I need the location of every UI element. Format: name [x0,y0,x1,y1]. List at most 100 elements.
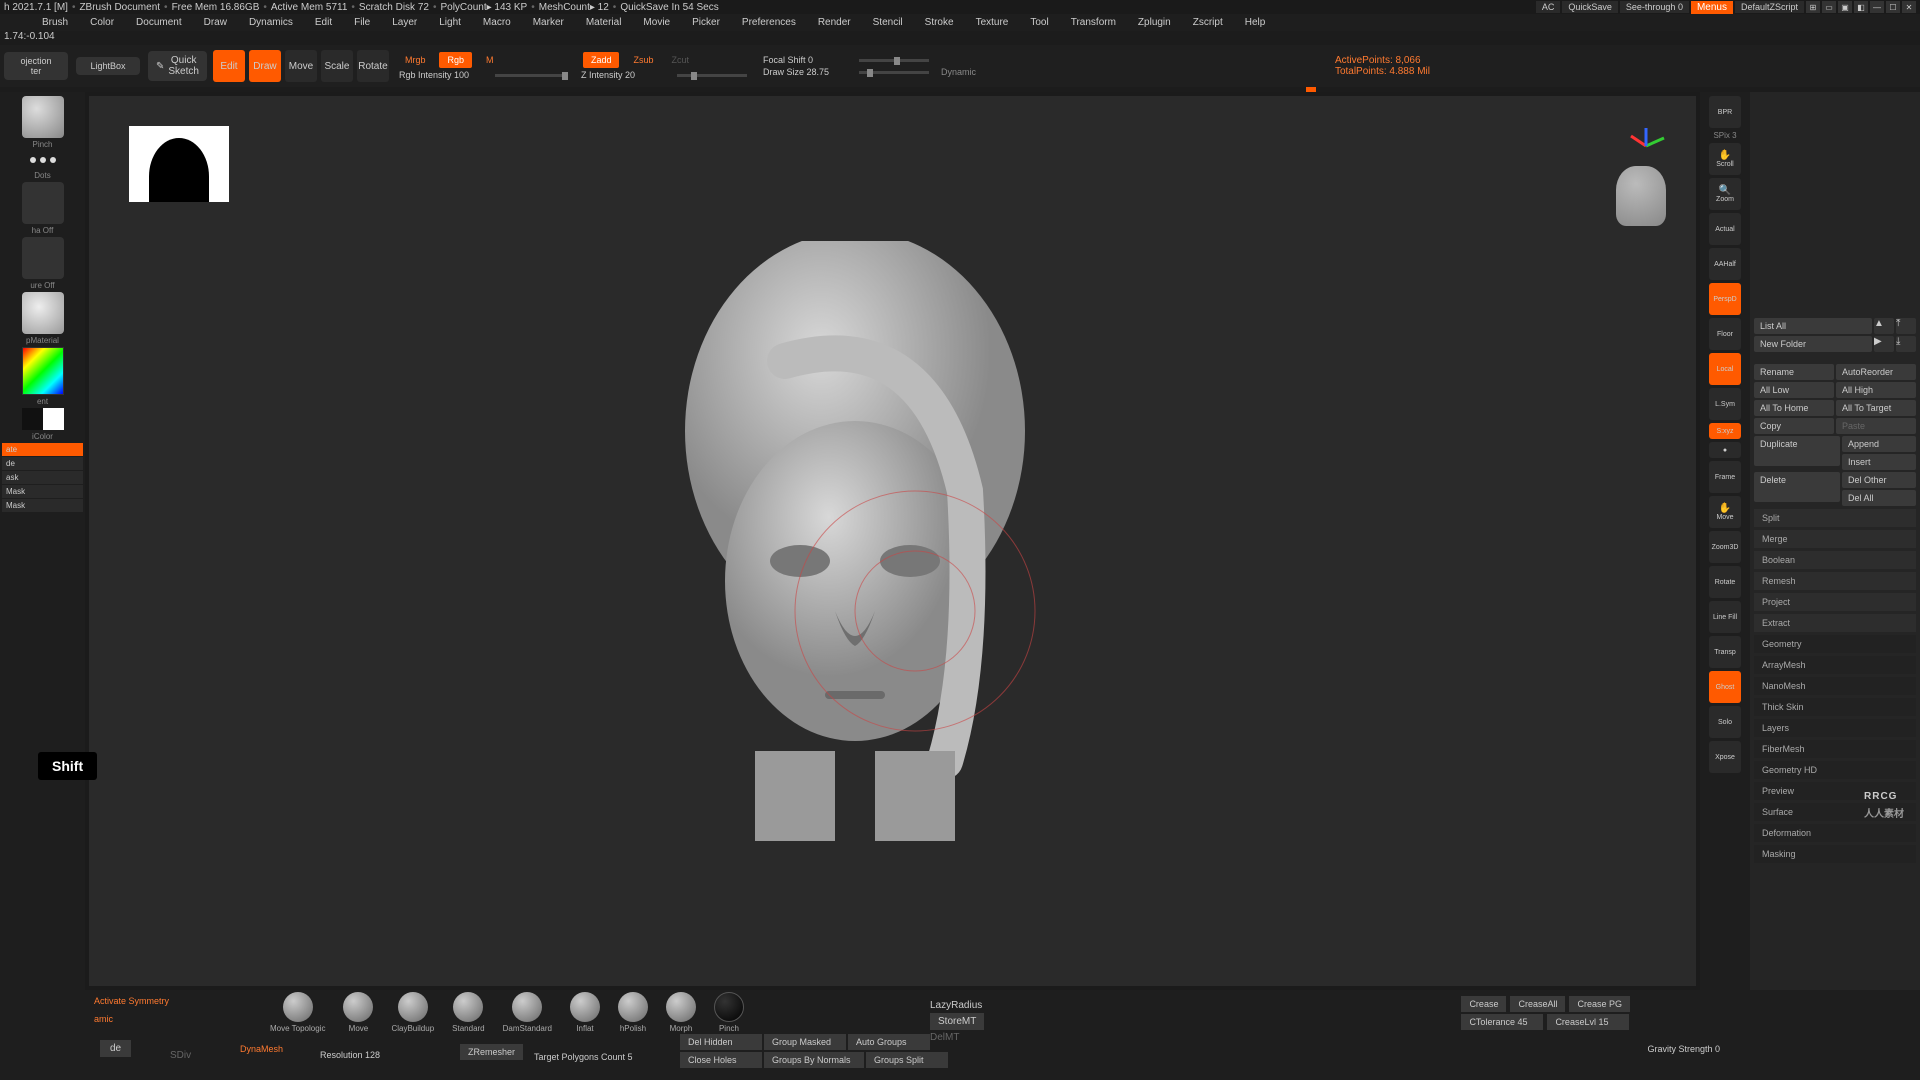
zcut-button[interactable]: Zcut [672,55,690,65]
stroke-dots-icon[interactable] [30,151,56,169]
menus-button[interactable]: Menus [1691,1,1733,14]
rgb-intensity-slider[interactable] [495,74,565,77]
menu-material[interactable]: Material [586,17,622,28]
crease-pg-button[interactable]: Crease PG [1569,996,1630,1012]
viewport[interactable] [89,96,1696,986]
menu-macro[interactable]: Macro [483,17,511,28]
group-masked[interactable]: Group Masked [764,1034,846,1050]
quick-sketch-button[interactable]: ✎Quick Sketch [148,51,207,81]
sect-split[interactable]: Split [1754,509,1916,527]
sect-nanomesh[interactable]: NanoMesh [1754,677,1916,695]
crease-lvl[interactable]: CreaseLvl 15 [1547,1014,1629,1030]
axis-gizmo[interactable] [1626,126,1666,166]
groups-split[interactable]: Groups Split [866,1052,948,1068]
zadd-button[interactable]: Zadd [583,52,620,68]
material-thumb[interactable] [22,292,64,334]
mode-move[interactable]: Move [285,50,317,82]
menu-zplugin[interactable]: Zplugin [1138,17,1171,28]
z-intensity-slider[interactable] [677,74,747,77]
sect-merge[interactable]: Merge [1754,530,1916,548]
zremesher-button[interactable]: ZRemesher [460,1044,523,1060]
color-picker[interactable] [22,347,64,395]
menu-layer[interactable]: Layer [392,17,417,28]
linefill-button[interactable]: Line Fill [1709,601,1741,633]
menu-stroke[interactable]: Stroke [925,17,954,28]
del-all-button[interactable]: Del All [1842,490,1916,506]
draw-size-slider[interactable] [859,71,929,74]
transp-button[interactable]: Transp [1709,636,1741,668]
sect-extract[interactable]: Extract [1754,614,1916,632]
rename-button[interactable]: Rename [1754,364,1834,380]
autoreorder-button[interactable]: AutoReorder [1836,364,1916,380]
del-hidden[interactable]: Del Hidden [680,1034,762,1050]
menu-edit[interactable]: Edit [315,17,332,28]
menu-tool[interactable]: Tool [1030,17,1048,28]
win-icon[interactable]: ⊞ [1806,1,1820,13]
end-arrow-icon[interactable]: ⤓ [1896,336,1916,352]
crease-all-button[interactable]: CreaseAll [1510,996,1565,1012]
reference-image[interactable] [129,126,229,202]
ate-button[interactable]: ate [2,443,83,456]
row-mask2[interactable]: Mask [2,499,83,512]
menu-file[interactable]: File [354,17,370,28]
row-mask1[interactable]: Mask [2,485,83,498]
brush-morph[interactable]: Morph [666,992,696,1033]
lazy-radius[interactable]: LazyRadius [930,1000,984,1011]
brush-standard[interactable]: Standard [452,992,484,1033]
menu-dynamics[interactable]: Dynamics [249,17,293,28]
brush-move[interactable]: Move [343,992,373,1033]
see-through-slider[interactable]: See-through 0 [1620,1,1689,13]
sect-project[interactable]: Project [1754,593,1916,611]
resolution-slider[interactable]: Resolution 128 [320,1050,380,1060]
actual-button[interactable]: Actual [1709,213,1741,245]
minify-icon[interactable]: ▭ [1822,1,1836,13]
crease-button[interactable]: Crease [1461,996,1506,1012]
rgb-button[interactable]: Rgb [439,52,472,68]
sect-thickskin[interactable]: Thick Skin [1754,698,1916,716]
brush-pinch[interactable]: Pinch [714,992,744,1033]
menu-preferences[interactable]: Preferences [742,17,796,28]
menu-marker[interactable]: Marker [533,17,564,28]
projection-button[interactable]: ojection ter [4,52,68,80]
maximize-icon[interactable]: ☐ [1886,1,1900,13]
top-arrow-icon[interactable]: ⤒ [1896,318,1916,334]
m-button[interactable]: M [486,55,494,65]
lsym-button[interactable]: L.Sym [1709,388,1741,420]
floor-button[interactable]: Floor [1709,318,1741,350]
frame-button[interactable]: Frame [1709,461,1741,493]
list-all-button[interactable]: List All [1754,318,1872,334]
local-button[interactable]: Local [1709,353,1741,385]
sxyz-button[interactable]: S:xyz [1709,423,1741,439]
de-button[interactable]: de [100,1040,131,1057]
dynamesh-button[interactable]: DynaMesh [240,1044,283,1054]
alpha-thumb[interactable] [22,182,64,224]
all-to-target-button[interactable]: All To Target [1836,400,1916,416]
mode-edit[interactable]: Edit [213,50,245,82]
expand-icon[interactable]: ▣ [1838,1,1852,13]
brush-inflat[interactable]: Inflat [570,992,600,1033]
menu-document[interactable]: Document [136,17,182,28]
brush-thumb[interactable] [22,96,64,138]
zoom-button[interactable]: 🔍Zoom [1709,178,1741,210]
menu-transform[interactable]: Transform [1071,17,1116,28]
activate-symmetry[interactable]: Activate Symmetry [94,996,169,1006]
persp-button[interactable]: PerspD [1709,283,1741,315]
brush-claybuildup[interactable]: ClayBuildup [391,992,434,1033]
menu-help[interactable]: Help [1245,17,1266,28]
timeline-ruler[interactable] [0,87,1920,92]
gravity-strength[interactable]: Gravity Strength 0 [1647,1044,1720,1054]
menu-zscript[interactable]: Zscript [1193,17,1223,28]
rotate3d-button[interactable]: Rotate [1709,566,1741,598]
menu-brush[interactable]: Brush [42,17,68,28]
dynamic-toggle[interactable]: Dynamic [941,67,976,77]
pin-icon[interactable]: ◧ [1854,1,1868,13]
minimize-icon[interactable]: — [1870,1,1884,13]
focal-shift-slider[interactable] [859,59,929,62]
target-poly-count[interactable]: Target Polygons Count 5 [534,1052,633,1062]
up-arrow-icon[interactable]: ▲ [1874,318,1894,334]
append-button[interactable]: Append [1842,436,1916,452]
delete-button[interactable]: Delete [1754,472,1840,502]
paste-button[interactable]: Paste [1836,418,1916,434]
dot-button[interactable]: ● [1709,442,1741,458]
focal-shift[interactable]: Focal Shift 0 [763,55,853,65]
